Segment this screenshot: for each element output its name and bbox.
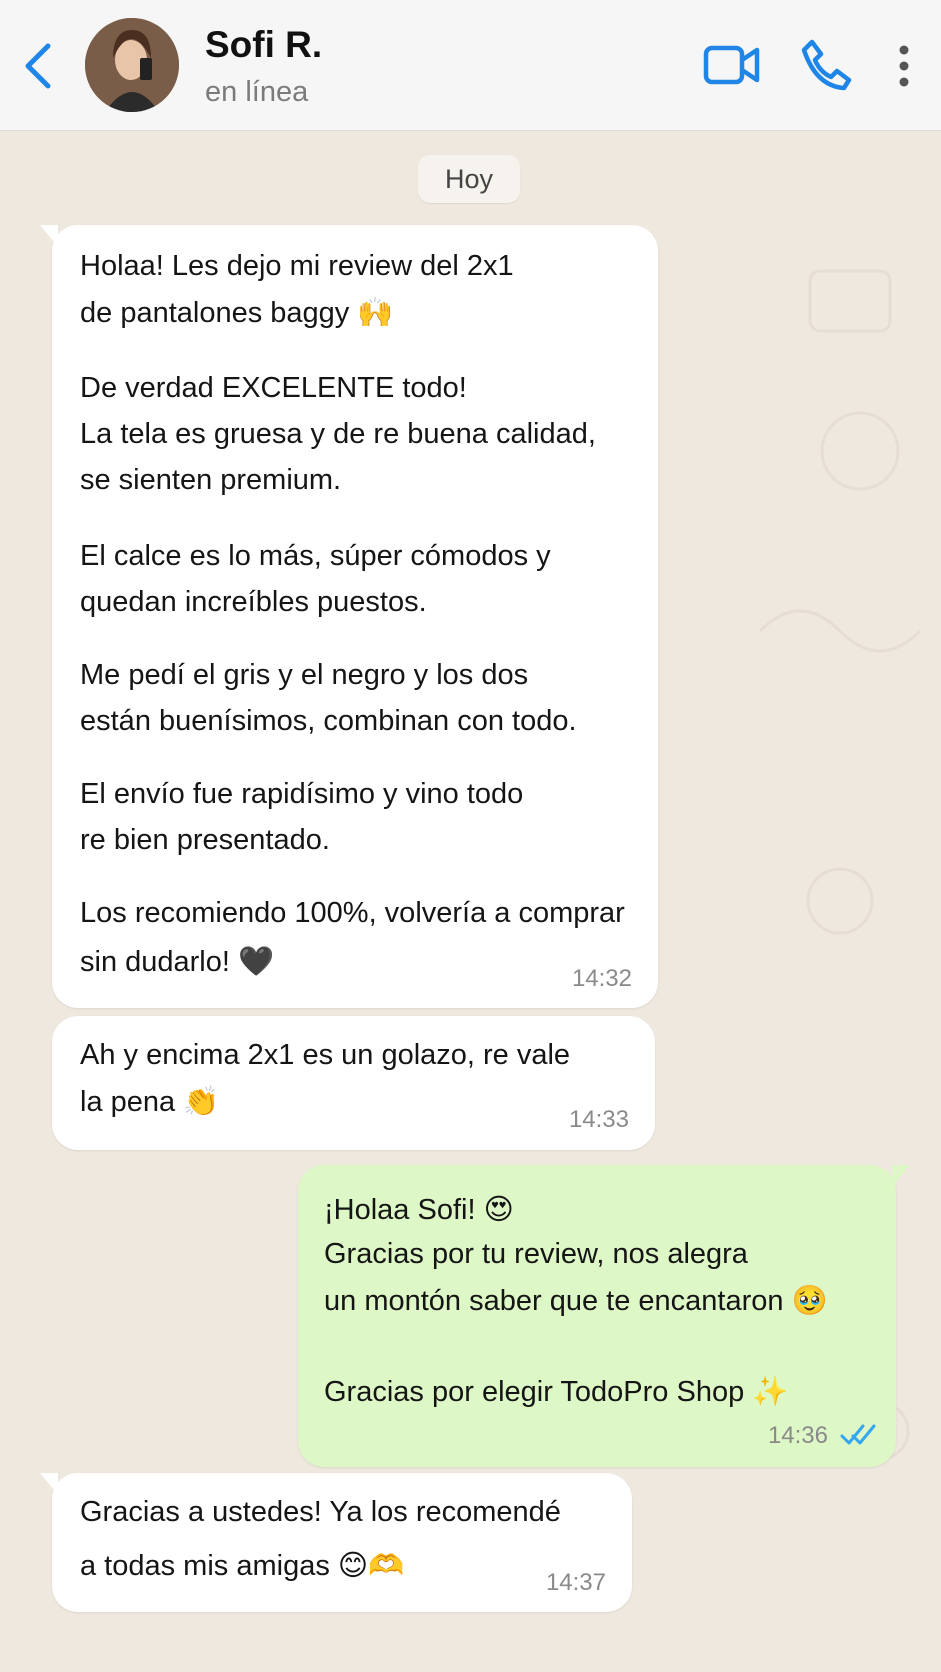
contact-status: en línea (205, 76, 309, 108)
chevron-left-icon (25, 43, 51, 89)
message-text: a todas mis amigas 😊🫶 (80, 1550, 405, 1582)
message-text: Ah y encima 2x1 es un golazo, re vale (80, 1039, 571, 1071)
back-button[interactable] (18, 38, 58, 94)
message-text: De verdad EXCELENTE todo! (80, 372, 467, 404)
message-text: ¡Holaa Sofi! 😍 (324, 1194, 514, 1226)
video-call-button[interactable] (703, 40, 761, 90)
more-vertical-icon (899, 45, 909, 87)
voice-call-button[interactable] (800, 38, 852, 92)
message-text: Me pedí el gris y el negro y los dos (80, 659, 529, 691)
message-text: Holaa! Les dejo mi review del 2x1 (80, 250, 514, 282)
phone-icon (801, 39, 852, 91)
incoming-message[interactable]: Gracias a ustedes! Ya los recomendé a to… (40, 1473, 632, 1612)
read-receipt-icon (840, 1424, 876, 1445)
date-divider: Hoy (418, 155, 520, 203)
message-text: Los recomiendo 100%, volvería a comprar (80, 897, 625, 929)
message-text: la pena 👏 (80, 1086, 220, 1118)
message-text: re bien presentado. (80, 824, 330, 856)
message-text: están buenísimos, combinan con todo. (80, 705, 577, 737)
incoming-message[interactable]: Holaa! Les dejo mi review del 2x1 de pan… (40, 225, 658, 1008)
profile-photo (85, 18, 179, 112)
more-options-button[interactable] (890, 42, 918, 90)
message-text: Gracias por tu review, nos alegra (324, 1238, 748, 1270)
message-text: un montón saber que te encantaron 🥹 (324, 1285, 828, 1317)
chat-header: Sofi R. en línea (0, 0, 941, 131)
message-text: sin dudarlo! 🖤 (80, 946, 275, 978)
message-text: El envío fue rapidísimo y vino todo (80, 778, 524, 810)
video-camera-icon (703, 45, 760, 85)
outgoing-message[interactable]: ¡Holaa Sofi! 😍 Gracias por tu review, no… (298, 1165, 910, 1467)
message-time: 14:33 (568, 1106, 629, 1133)
message-time: 14:32 (571, 965, 632, 992)
message-text: quedan increíbles puestos. (80, 586, 427, 618)
message-text: de pantalones baggy 🙌 (80, 297, 394, 329)
message-text: El calce es lo más, súper cómodos y (80, 540, 551, 572)
message-time: 14:37 (545, 1569, 606, 1596)
message-text: Gracias a ustedes! Ya los recomendé (80, 1496, 561, 1528)
avatar[interactable] (85, 18, 179, 112)
message-time: 14:36 (767, 1422, 828, 1449)
message-text: Gracias por elegir TodoPro Shop ✨ (324, 1376, 789, 1408)
incoming-message[interactable]: Ah y encima 2x1 es un golazo, re vale la… (52, 1016, 655, 1150)
message-text: La tela es gruesa y de re buena calidad, (80, 418, 596, 450)
contact-name[interactable]: Sofi R. (205, 24, 322, 66)
message-text: se sienten premium. (80, 464, 342, 496)
